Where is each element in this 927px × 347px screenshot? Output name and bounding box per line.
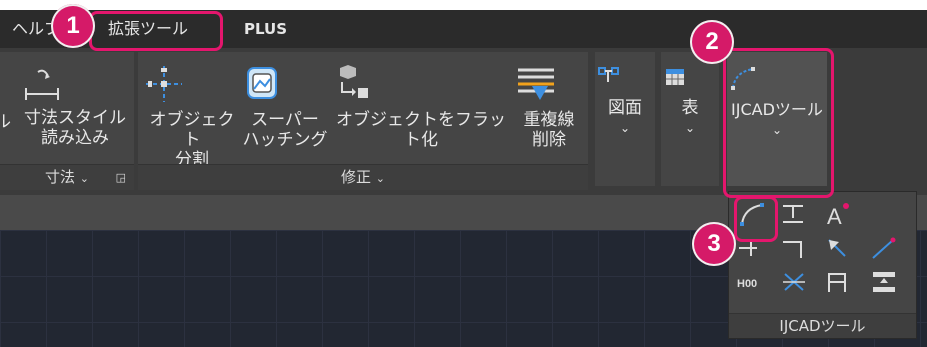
drawing-label: 図面 [608,98,642,118]
highlight-arc-tool [734,196,778,242]
super-hatch-button[interactable]: スーパー ハッチング [240,62,330,150]
super-hatch-icon [240,62,330,106]
table-panel: 表 ⌄ [661,52,719,186]
step-badge-2: 2 [690,20,734,64]
dim-style-import-icon [20,66,130,104]
flatten-object-icon [328,62,514,106]
drawing-nodes-icon [595,64,655,92]
chevron-down-icon: ⌄ [375,172,385,185]
dimension-panel-title: 寸法 [44,168,75,186]
stack-icon[interactable] [869,268,899,296]
overkill-button[interactable]: 重複線 削除 [514,62,584,150]
corner-icon[interactable] [779,234,809,262]
cross-icon[interactable] [779,268,809,296]
table-button[interactable]: 表 ⌄ [661,64,719,138]
dialog-launcher-icon[interactable]: ◲ [116,165,126,190]
partial-left-button-label[interactable]: ル [0,112,11,132]
dim-style-label-2: 読み込み [41,128,109,148]
super-hatch-label-1: スーパー [251,110,319,130]
ijcad-tools-dropdown-footer: IJCADツール [729,313,916,338]
dimension-panel-footer[interactable]: 寸法 ⌄ ◲ [0,164,134,190]
highlight-extended-tools-tab [89,11,223,51]
dim-style-label-1: 寸法スタイル [24,108,126,128]
flatten-object-label: オブジェクトをフラット化 [336,110,506,150]
align-tool-icon[interactable] [779,200,809,228]
step-badge-3: 3 [692,222,736,266]
table-grid-icon [661,64,719,92]
dimension-panel: ル 寸法スタイル 読み込み 寸法 ⌄ ◲ [0,52,134,190]
tab-plus[interactable]: PLUS [244,10,287,48]
modify-panel-footer[interactable]: 修正 ⌄ [138,164,588,190]
line-tool-icon[interactable] [869,234,899,262]
h00-text: H00 [737,278,757,290]
pointer-arrow-icon[interactable] [823,234,853,262]
crosshair-split-icon [142,62,242,106]
chevron-down-icon: ⌄ [79,172,89,185]
overkill-label-2: 削除 [532,130,566,150]
drawing-button[interactable]: 図面 ⌄ [595,64,655,138]
h00-icon[interactable]: H00 [735,268,769,296]
chevron-down-icon: ⌄ [684,121,696,135]
flatten-object-button[interactable]: オブジェクトをフラット化 [328,62,514,150]
highlight-ijcad-tools-button [723,48,834,198]
chevron-down-icon: ⌄ [619,121,631,135]
svg-text:A: A [827,204,842,228]
overkill-lines-icon [514,62,584,106]
overkill-label-1: 重複線 [523,110,575,130]
table-frame-icon[interactable] [823,268,853,296]
object-split-label-1: オブジェクト [149,110,235,150]
super-hatch-label-2: ハッチング [242,130,328,150]
table-label: 表 [681,98,699,118]
step-badge-1: 1 [51,4,95,48]
object-split-button[interactable]: オブジェクト 分割 [142,62,242,170]
modify-panel: オブジェクト 分割 スーパー ハッチング オブジェクトをフラット化 重複線 削除… [138,52,588,190]
window-top-strip [0,0,927,10]
drawing-panel: 図面 ⌄ [595,52,655,186]
text-a-icon[interactable]: A [823,200,853,228]
dim-style-import-button[interactable]: 寸法スタイル 読み込み [20,66,130,148]
modify-panel-title: 修正 [340,168,371,186]
